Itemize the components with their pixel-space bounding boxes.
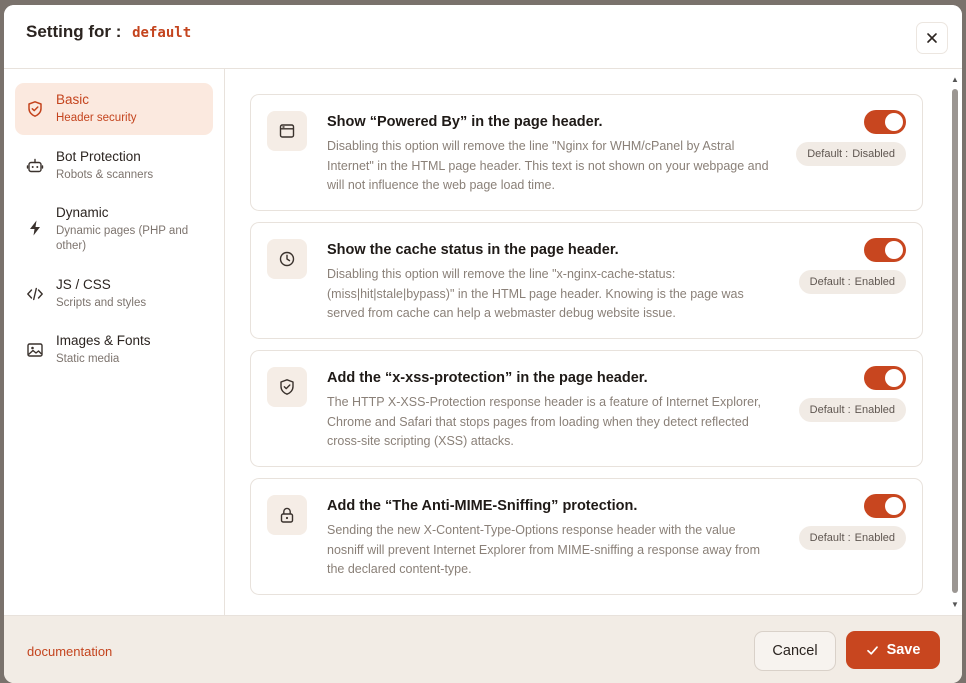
bolt-icon — [30, 220, 40, 236]
clock-icon — [279, 251, 295, 267]
scrollbar-thumb[interactable] — [952, 89, 958, 593]
sidebar-item-label: Dynamic — [56, 205, 109, 220]
setting-title: Show the cache status in the page header… — [327, 242, 619, 258]
sidebar-item-label: Basic — [56, 92, 90, 107]
setting-card-xss-protection: Add the “x-xss-protection” in the page h… — [250, 350, 923, 467]
scroll-up-arrow-icon[interactable]: ▲ — [951, 75, 959, 84]
save-button[interactable]: Save — [846, 631, 940, 669]
default-badge: Default : Enabled — [798, 526, 906, 550]
card-icon-box — [267, 111, 307, 151]
sidebar-item-label: Bot Protection — [56, 149, 141, 164]
powered-by-toggle[interactable] — [864, 110, 906, 134]
setting-title: Add the “The Anti-MIME-Sniffing” protect… — [327, 498, 638, 514]
xss-protection-toggle[interactable] — [864, 366, 906, 390]
modal-footer: documentation Cancel Save — [4, 615, 962, 683]
setting-title: Show “Powered By” in the page header. — [327, 114, 603, 130]
save-label: Save — [886, 642, 921, 658]
documentation-link[interactable]: documentation — [27, 644, 112, 659]
profile-name: default — [132, 25, 192, 41]
close-button[interactable] — [916, 22, 948, 54]
sidebar-item-sub: Scripts and styles — [56, 297, 147, 309]
settings-content: Show “Powered By” in the page header. Di… — [225, 69, 962, 615]
setting-card-cache-status: Show the cache status in the page header… — [250, 222, 923, 339]
cancel-button[interactable]: Cancel — [754, 631, 836, 671]
modal-title: Setting for : default — [26, 22, 191, 42]
card-icon-box — [267, 495, 307, 535]
shield-check-icon — [280, 379, 294, 395]
scroll-down-arrow-icon[interactable]: ▼ — [951, 600, 959, 609]
default-badge: Default : Enabled — [798, 398, 906, 422]
robot-icon — [26, 158, 44, 173]
lock-icon — [280, 507, 294, 523]
setting-description: Disabling this option will remove the li… — [327, 267, 744, 320]
sidebar-item-sub: Static media — [56, 353, 120, 365]
cache-status-toggle[interactable] — [864, 238, 906, 262]
default-badge: Default : Enabled — [798, 270, 906, 294]
close-icon — [927, 33, 937, 43]
check-icon — [866, 645, 878, 655]
setting-card-anti-mime-sniffing: Add the “The Anti-MIME-Sniffing” protect… — [250, 478, 923, 595]
sidebar: Basic Header security Bot Protection Rob… — [4, 69, 225, 615]
content-scrollbar[interactable]: ▲ ▼ — [950, 75, 960, 609]
modal-header: Setting for : default — [4, 5, 962, 69]
toggle-knob — [885, 241, 903, 259]
sidebar-item-js-css[interactable]: JS / CSS Scripts and styles — [15, 268, 213, 320]
sidebar-item-sub: Robots & scanners — [56, 169, 154, 181]
setting-description: Sending the new X-Content-Type-Options r… — [327, 523, 761, 576]
anti-mime-sniffing-toggle[interactable] — [864, 494, 906, 518]
setting-card-powered-by: Show “Powered By” in the page header. Di… — [250, 94, 923, 211]
sidebar-item-images-fonts[interactable]: Images & Fonts Static media — [15, 324, 213, 376]
default-badge: Default : Disabled — [796, 142, 906, 166]
sidebar-item-bot-protection[interactable]: Bot Protection Robots & scanners — [15, 140, 213, 192]
sidebar-item-sub: Header security — [56, 112, 137, 124]
toggle-knob — [885, 369, 903, 387]
shield-icon — [28, 101, 42, 117]
sidebar-item-label: JS / CSS — [56, 277, 111, 292]
settings-modal: Setting for : default Basic Header secur… — [4, 5, 962, 683]
title-prefix: Setting for : — [26, 22, 122, 41]
browser-window-icon — [279, 124, 295, 138]
sidebar-item-sub: Dynamic pages (PHP and other) — [56, 225, 189, 252]
sidebar-item-basic[interactable]: Basic Header security — [15, 83, 213, 135]
card-icon-box — [267, 367, 307, 407]
toggle-knob — [885, 497, 903, 515]
image-icon — [27, 343, 43, 357]
code-icon — [27, 287, 43, 301]
card-icon-box — [267, 239, 307, 279]
sidebar-item-label: Images & Fonts — [56, 333, 151, 348]
toggle-knob — [885, 113, 903, 131]
setting-title: Add the “x-xss-protection” in the page h… — [327, 370, 648, 386]
setting-description: The HTTP X-XSS-Protection response heade… — [327, 395, 762, 448]
sidebar-item-dynamic[interactable]: Dynamic Dynamic pages (PHP and other) — [15, 196, 213, 260]
setting-description: Disabling this option will remove the li… — [327, 139, 769, 192]
